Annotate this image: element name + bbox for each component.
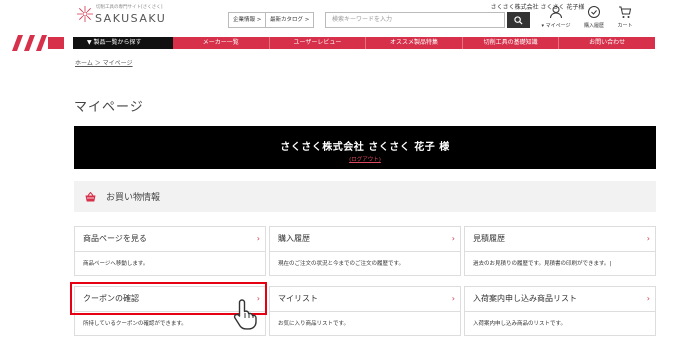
page-title: マイページ [74,100,144,115]
nav-basics[interactable]: 切削工具の基礎知識 [461,37,559,49]
nav-makers[interactable]: メーカー一覧 [173,37,269,49]
card-restock-list[interactable]: 入荷案内申し込み商品リスト › 入荷案内申し込み商品のリストです。 [464,286,656,336]
user-name: さくさく株式会社 さくさく 花子 様 [280,142,450,153]
logo-flower-icon [77,6,93,22]
main-nav: メーカー一覧 ユーザーレビュー オススメ製品特集 切削工具の基礎知識 お問い合わ… [173,37,655,49]
nav-features[interactable]: オススメ製品特集 [365,37,462,49]
logout-link[interactable]: (ログアウト) [74,155,656,163]
company-info-button[interactable]: 企業情報 > [228,12,267,28]
user-banner: さくさく株式会社 さくさく 花子 様 (ログアウト) [74,126,656,169]
search-button[interactable] [507,12,530,28]
cart-icon [619,6,632,18]
pointer-hand-icon [233,299,257,330]
section-header: お買い物情報 [74,181,656,212]
logo-name: SAKUSAKU [95,12,167,25]
purchase-history-link[interactable]: 購入履歴 [580,5,608,29]
user-icon [550,6,562,19]
search-input[interactable]: 検索キーワードを入力 [325,12,505,28]
site-logo[interactable]: 切削工具の専門サイト[さくさく] SAKUSAKU [76,3,166,31]
card-product-page[interactable]: 商品ページを見る › 商品ページへ移動します。 [74,226,266,276]
card-mylist[interactable]: マイリスト › お気に入り商品リストです。 [269,286,461,336]
nav-products[interactable]: ▼ 製品一覧から探す [73,37,173,49]
mypage-link[interactable]: ▾ マイページ [538,5,574,29]
search-icon [514,15,523,25]
basket-icon [85,191,96,201]
nav-contact[interactable]: お問い合わせ [558,37,655,49]
breadcrumb[interactable]: ホーム ＞ マイページ [75,58,133,67]
history-icon [588,6,600,18]
chevron-right-icon: › [646,234,650,243]
chevron-right-icon: › [451,234,455,243]
nav-reviews[interactable]: ユーザーレビュー [268,37,366,49]
card-purchase-history[interactable]: 購入履歴 › 現在のご注文の状況と今までのご注文の履歴です。 [269,226,461,276]
catalog-button[interactable]: 最新カタログ > [265,12,315,28]
decorative-stripes [12,35,64,51]
chevron-right-icon: › [451,294,455,303]
cart-link[interactable]: カート [612,5,638,29]
card-quote-history[interactable]: 見積履歴 › 過去のお見積りの履歴です。見積書の印刷ができます。| [464,226,656,276]
chevron-right-icon: › [646,294,650,303]
chevron-right-icon: › [256,234,260,243]
section-title: お買い物情報 [106,193,161,203]
logo-tagline: 切削工具の専門サイト[さくさく] [96,5,163,10]
